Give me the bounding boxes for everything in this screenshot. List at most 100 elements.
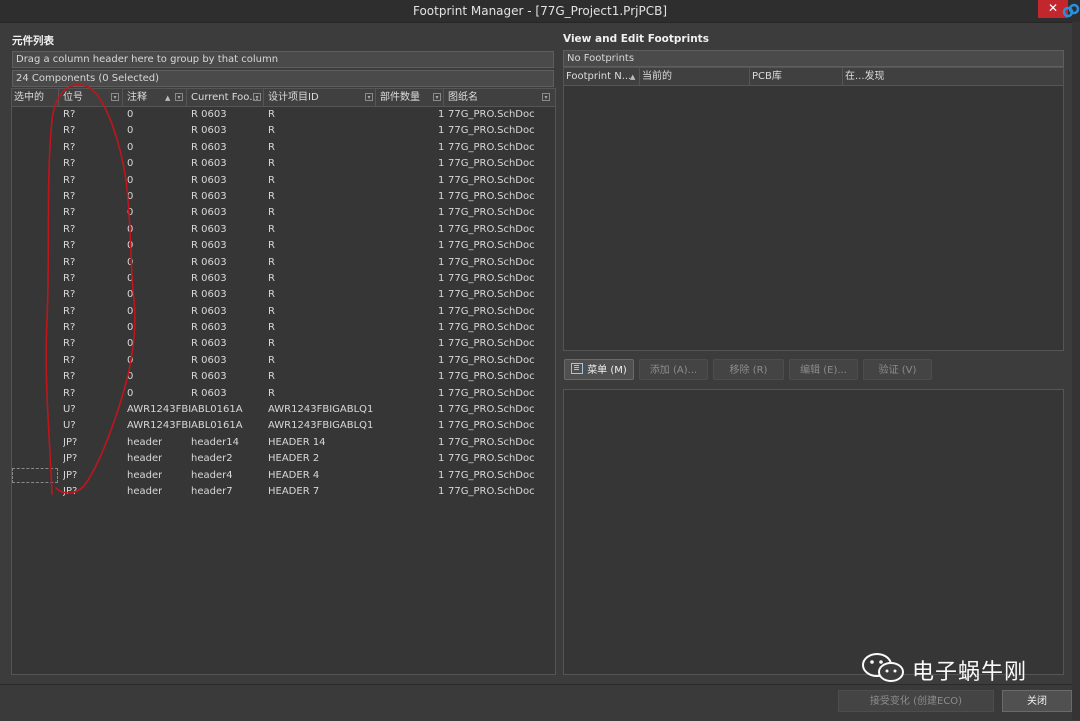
cell-design-item-id: AWR1243FBIGABLQ1 bbox=[268, 404, 374, 416]
column-header-current[interactable]: 当前的 bbox=[640, 68, 750, 85]
table-row[interactable]: R? 0 R 0603 R 1 77G_PRO.SchDoc bbox=[12, 271, 555, 287]
cell-sheet-name: 77G_PRO.SchDoc bbox=[448, 485, 535, 497]
cell-designator: JP? bbox=[63, 485, 78, 497]
table-row[interactable]: R? 0 R 0603 R 1 77G_PRO.SchDoc bbox=[12, 156, 555, 172]
column-header-part-count[interactable]: 部件数量 ▾ bbox=[376, 89, 444, 106]
cell-designator: R? bbox=[63, 174, 76, 186]
table-row[interactable]: R? 0 R 0603 R 1 77G_PRO.SchDoc bbox=[12, 173, 555, 189]
cell-designator: R? bbox=[63, 305, 76, 317]
table-row[interactable]: R? 0 R 0603 R 1 77G_PRO.SchDoc bbox=[12, 238, 555, 254]
close-button[interactable]: 关闭 bbox=[1002, 690, 1072, 712]
add-footprint-button[interactable]: 添加 (A)... bbox=[639, 359, 708, 380]
cell-current-footprint: R 0603 bbox=[191, 289, 227, 301]
table-row[interactable]: R? 0 R 0603 R 1 77G_PRO.SchDoc bbox=[12, 107, 555, 123]
table-row[interactable]: JP? header header14 HEADER 14 1 77G_PRO.SchDo… bbox=[12, 435, 555, 451]
filter-icon[interactable]: ▾ bbox=[253, 93, 261, 101]
table-row[interactable]: JP? header header4 HEADER 4 1 77G_PRO.SchDoc bbox=[12, 467, 555, 484]
cell-current-footprint: R 0603 bbox=[191, 322, 227, 334]
table-row[interactable]: R? 0 R 0603 R 1 77G_PRO.SchDoc bbox=[12, 320, 555, 336]
menu-button[interactable]: 菜单 (M) bbox=[564, 359, 634, 380]
cell-current-footprint: R 0603 bbox=[191, 305, 227, 317]
column-header-comment[interactable]: 注释 ▲ ▾ bbox=[123, 89, 187, 106]
components-grid[interactable]: 选中的 位号 ▾ 注释 ▲ ▾ Current Foo... ▾ 设计项目ID ▾ 部件数… bbox=[11, 88, 556, 675]
cell-part-count: 1 bbox=[438, 387, 445, 399]
column-header-current-footprint[interactable]: Current Foo... ▾ bbox=[187, 89, 264, 106]
cell-design-item-id: R bbox=[268, 190, 275, 202]
cell-comment: 0 bbox=[127, 207, 134, 219]
cell-current-footprint: R 0603 bbox=[191, 207, 227, 219]
cell-designator: R? bbox=[63, 272, 76, 284]
cell-designator: R? bbox=[63, 289, 76, 301]
cell-current-footprint: R 0603 bbox=[191, 354, 227, 366]
cell-part-count: 1 bbox=[438, 125, 445, 137]
wechat-logo-icon bbox=[862, 653, 904, 682]
filter-icon[interactable]: ▾ bbox=[111, 93, 119, 101]
table-row[interactable]: R? 0 R 0603 R 1 77G_PRO.SchDoc bbox=[12, 353, 555, 369]
table-row[interactable]: R? 0 R 0603 R 1 77G_PRO.SchDoc bbox=[12, 189, 555, 205]
cell-current-footprint: header7 bbox=[191, 485, 233, 497]
cell-comment: 0 bbox=[127, 338, 134, 350]
cell-current-footprint: header14 bbox=[191, 436, 239, 448]
table-row[interactable]: R? 0 R 0603 R 1 77G_PRO.SchDoc bbox=[12, 304, 555, 320]
cell-comment: 0 bbox=[127, 158, 134, 170]
cell-sheet-name: 77G_PRO.SchDoc bbox=[448, 174, 535, 186]
cell-designator: R? bbox=[63, 354, 76, 366]
cell-part-count: 1 bbox=[438, 141, 445, 153]
table-row[interactable]: R? 0 R 0603 R 1 77G_PRO.SchDoc bbox=[12, 336, 555, 352]
cell-sheet-name: 77G_PRO.SchDoc bbox=[448, 420, 535, 432]
table-row[interactable]: R? 0 R 0603 R 1 77G_PRO.SchDoc bbox=[12, 386, 555, 402]
cell-comment: 0 bbox=[127, 256, 134, 268]
table-row[interactable]: R? 0 R 0603 R 1 77G_PRO.SchDoc bbox=[12, 369, 555, 385]
cell-part-count: 1 bbox=[438, 174, 445, 186]
focus-cell[interactable] bbox=[12, 467, 58, 483]
table-row[interactable]: R? 0 R 0603 R 1 77G_PRO.SchDoc bbox=[12, 140, 555, 156]
cell-current-footprint: header2 bbox=[191, 453, 233, 465]
components-grid-header: 选中的 位号 ▾ 注释 ▲ ▾ Current Foo... ▾ 设计项目ID ▾ 部件数… bbox=[12, 89, 555, 107]
cell-design-item-id: AWR1243FBIGABLQ1 bbox=[268, 420, 374, 432]
cell-design-item-id: R bbox=[268, 207, 275, 219]
watermark-text: 电子蜗牛刚 bbox=[912, 660, 1028, 685]
remove-footprint-button[interactable]: 移除 (R) bbox=[713, 359, 784, 380]
table-row[interactable]: R? 0 R 0603 R 1 77G_PRO.SchDoc bbox=[12, 222, 555, 238]
column-header-selected[interactable]: 选中的 bbox=[12, 89, 59, 106]
cell-current-footprint: header4 bbox=[191, 469, 233, 481]
filter-icon[interactable]: ▾ bbox=[365, 93, 373, 101]
cell-current-footprint: R 0603 bbox=[191, 387, 227, 399]
edit-footprint-button[interactable]: 编辑 (E)... bbox=[789, 359, 858, 380]
filter-icon[interactable]: ▾ bbox=[542, 93, 550, 101]
filter-icon[interactable]: ▾ bbox=[433, 93, 441, 101]
column-header-designator[interactable]: 位号 ▾ bbox=[59, 89, 123, 106]
cell-part-count: 1 bbox=[438, 371, 445, 383]
accept-changes-button[interactable]: 接受变化 (创建ECO) bbox=[838, 690, 994, 712]
table-row[interactable]: JP? header header2 HEADER 2 1 77G_PRO.SchDoc bbox=[12, 451, 555, 467]
table-row[interactable]: JP? header header7 HEADER 7 1 77G_PRO.SchDoc bbox=[12, 484, 555, 500]
cell-comment: header bbox=[127, 453, 163, 465]
group-by-drop-area[interactable]: Drag a column header here to group by th… bbox=[12, 51, 554, 68]
cell-designator: JP? bbox=[63, 469, 78, 481]
column-header-footprint-name[interactable]: Footprint N... ▲ bbox=[564, 68, 640, 85]
cell-design-item-id: R bbox=[268, 141, 275, 153]
validate-button[interactable]: 验证 (V) bbox=[863, 359, 932, 380]
cell-design-item-id: R bbox=[268, 305, 275, 317]
cell-sheet-name: 77G_PRO.SchDoc bbox=[448, 453, 535, 465]
table-row[interactable]: R? 0 R 0603 R 1 77G_PRO.SchDoc bbox=[12, 255, 555, 271]
footprints-grid[interactable]: Footprint N... ▲ 当前的 PCB库 在...发现 bbox=[563, 67, 1064, 351]
window-title: Footprint Manager - [77G_Project1.PrjPCB… bbox=[412, 4, 667, 18]
cell-design-item-id: R bbox=[268, 272, 275, 284]
column-header-found-in[interactable]: 在...发现 bbox=[843, 68, 1063, 85]
cell-designator: R? bbox=[63, 109, 76, 120]
footprint-preview-panel bbox=[563, 389, 1064, 675]
column-header-pcb-library[interactable]: PCB库 bbox=[750, 68, 843, 85]
column-header-design-item-id[interactable]: 设计项目ID ▾ bbox=[264, 89, 376, 106]
filter-icon[interactable]: ▾ bbox=[175, 93, 183, 101]
cell-comment: 0 bbox=[127, 125, 134, 137]
cell-sheet-name: 77G_PRO.SchDoc bbox=[448, 469, 535, 481]
column-header-sheet-name[interactable]: 图纸名 ▾ bbox=[444, 89, 555, 106]
table-row[interactable]: R? 0 R 0603 R 1 77G_PRO.SchDoc bbox=[12, 205, 555, 221]
cell-designator: R? bbox=[63, 240, 76, 252]
table-row[interactable]: U? AWR1243FBI ABL0161A AWR1243FBIGABLQ1 1 77G… bbox=[12, 418, 555, 434]
table-row[interactable]: U? AWR1243FBI ABL0161A AWR1243FBIGABLQ1 1 77G… bbox=[12, 402, 555, 418]
table-row[interactable]: R? 0 R 0603 R 1 77G_PRO.SchDoc bbox=[12, 123, 555, 139]
cell-comment: header bbox=[127, 485, 163, 497]
table-row[interactable]: R? 0 R 0603 R 1 77G_PRO.SchDoc bbox=[12, 287, 555, 303]
